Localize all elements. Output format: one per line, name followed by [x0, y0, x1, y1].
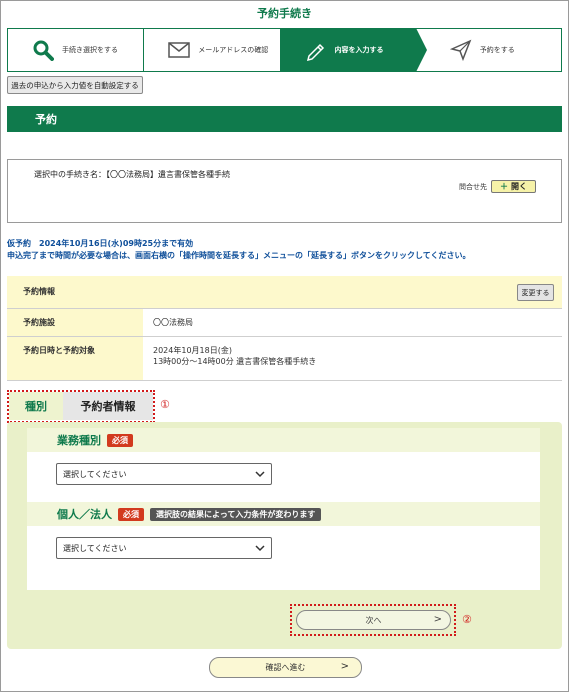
facility-label: 予約施設: [7, 308, 143, 337]
required-badge: 必須: [118, 507, 144, 521]
step-enter-content: 内容を入力する: [280, 28, 428, 72]
datetime-line2: 13時00分～14時00分 遺言書保管各種手続き: [153, 356, 317, 366]
confirm-button-label: 確認へ進む: [265, 663, 306, 672]
reservation-info-title: 予約情報: [23, 287, 55, 297]
autofill-button[interactable]: 過去の申込から入力値を自動設定する: [7, 76, 143, 94]
search-icon: [30, 39, 56, 61]
procedure-box: 選択中の手続き名：【〇〇法務局】遺言書保管各種手続 問合せ先 ＋ 開く: [7, 159, 562, 223]
envelope-icon: [166, 42, 192, 58]
confirm-button[interactable]: 確認へ進む >: [209, 657, 362, 678]
open-button-label: 開く: [511, 182, 527, 191]
step-select-procedure: 手続き選択をする: [8, 29, 145, 71]
tentative-line1: 仮予約 2024年10月16日(水)09時25分まで有効: [7, 239, 194, 248]
contact-group: 問合せ先 ＋ 開く: [459, 180, 536, 193]
annotation-number-1: ①: [160, 398, 170, 411]
annotation-box-tabs: [7, 390, 155, 423]
step-label: 内容を入力する: [334, 46, 384, 54]
step-email-confirm: メールアドレスの確認: [144, 29, 281, 71]
business-type-select[interactable]: 選択してください: [56, 463, 272, 485]
table-row: 予約施設 〇〇法務局: [7, 308, 562, 337]
plus-icon: ＋: [500, 182, 508, 191]
datetime-line1: 2024年10月18日(金): [153, 345, 232, 355]
tentative-line2: 申込完了まで時間が必要な場合は、画面右横の「操作時間を延長する」メニューの「延長…: [7, 251, 471, 260]
step-reserve: 予約をする: [416, 29, 561, 71]
step-label: メールアドレスの確認: [198, 46, 269, 54]
send-icon: [448, 39, 474, 61]
business-type-header: 業務種別 必須: [27, 428, 540, 452]
page-title: 予約手続き: [257, 7, 312, 20]
reservation-info-table: 予約情報 変更する 予約施設 〇〇法務局 予約日時と予約対象 2024年10月1…: [7, 276, 562, 381]
chevron-down-icon: [255, 543, 265, 555]
person-type-select[interactable]: 選択してください: [56, 537, 272, 559]
contact-label: 問合せ先: [459, 182, 487, 191]
step-label: 手続き選択をする: [62, 46, 118, 54]
table-row: 予約日時と予約対象 2024年10月18日(金) 13時00分～14時00分 遺…: [7, 336, 562, 381]
progress-steps: 手続き選択をする メールアドレスの確認 内容を入力する 予約をする: [7, 28, 562, 72]
annotation-box-next: [290, 604, 456, 636]
section-title: 予約: [7, 106, 562, 132]
datetime-value: 2024年10月18日(金) 13時00分～14時00分 遺言書保管各種手続き: [143, 336, 562, 381]
business-type-select-value: 選択してください: [63, 469, 127, 479]
selected-procedure: 選択中の手続き名：【〇〇法務局】遺言書保管各種手続: [34, 170, 230, 179]
person-type-note: 選択肢の結果によって入力条件が変わります: [150, 507, 322, 521]
person-type-header: 個人／法人 必須 選択肢の結果によって入力条件が変わります: [27, 502, 540, 526]
change-button[interactable]: 変更する: [517, 284, 554, 301]
business-type-label: 業務種別: [57, 434, 101, 447]
annotation-number-2: ②: [462, 613, 472, 626]
facility-value: 〇〇法務局: [143, 308, 562, 337]
reservation-info-header: 予約情報 変更する: [7, 276, 562, 309]
chevron-right-icon: >: [340, 661, 349, 672]
step-label: 予約をする: [479, 46, 515, 54]
tentative-notice: 仮予約 2024年10月16日(水)09時25分まで有効 申込完了まで時間が必要…: [7, 238, 471, 262]
person-type-select-value: 選択してください: [63, 543, 127, 553]
pen-icon: [303, 39, 329, 61]
chevron-down-icon: [255, 469, 265, 481]
datetime-label: 予約日時と予約対象: [7, 336, 143, 381]
open-contact-button[interactable]: ＋ 開く: [491, 180, 536, 193]
required-badge: 必須: [107, 433, 133, 447]
person-type-label: 個人／法人: [57, 508, 112, 521]
